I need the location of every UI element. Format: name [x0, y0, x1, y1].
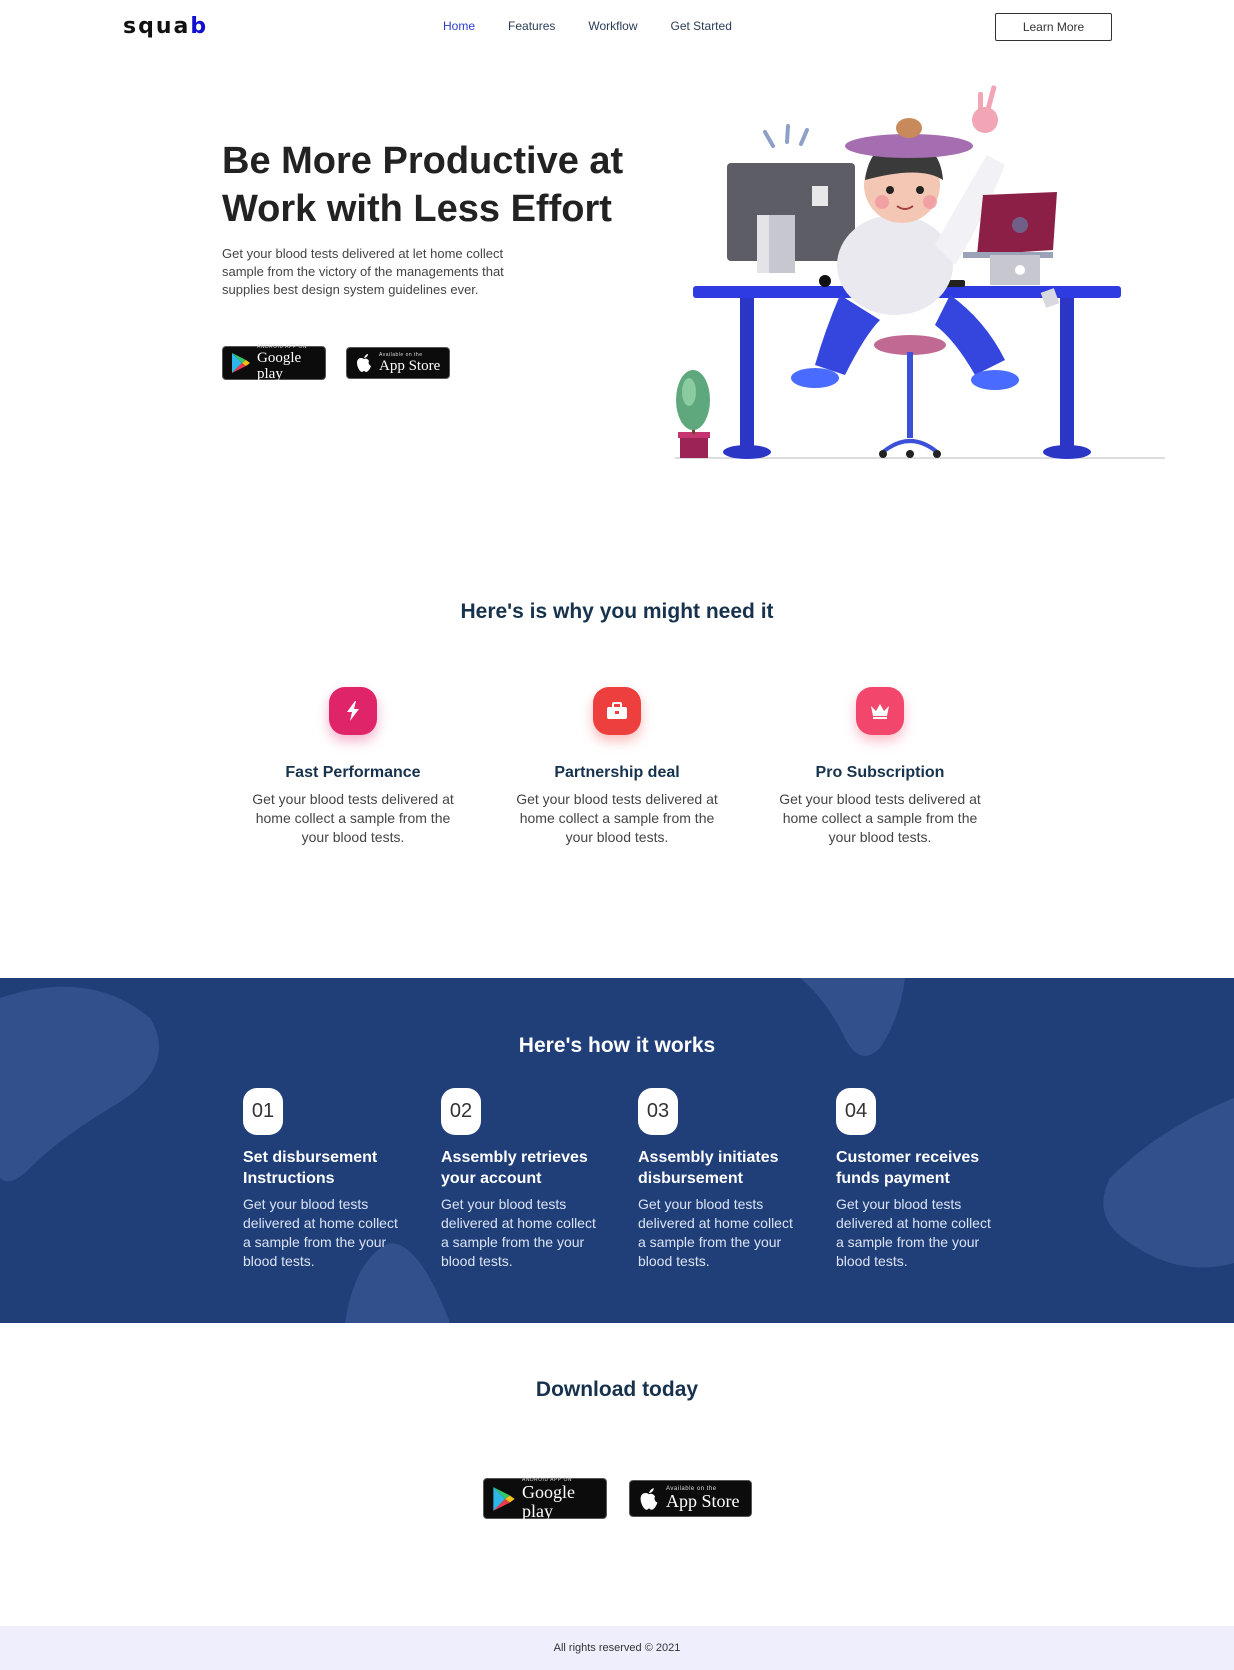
features-title: Here's is why you might need it — [460, 600, 774, 623]
google-play-icon — [493, 1486, 515, 1511]
feature-title: Pro Subscription — [815, 764, 945, 781]
logo-main: squa — [123, 14, 191, 39]
google-play-icon — [232, 353, 250, 373]
step-item-2: 02 Assembly retrieves your account Get y… — [441, 1088, 606, 1271]
google-play-big-text: Google play — [257, 350, 302, 382]
plant-icon — [676, 370, 710, 458]
nav-link-home[interactable]: Home — [443, 19, 475, 33]
nav-link-features[interactable]: Features — [508, 19, 555, 33]
step-title: Customer receives funds payment — [836, 1149, 980, 1187]
logo[interactable]: squab — [123, 14, 208, 39]
copyright-text: All rights reserved © 2021 — [553, 1642, 681, 1654]
how-it-works-title: Here's how it works — [518, 1034, 716, 1057]
download-title: Download today — [535, 1378, 699, 1401]
step-item-1: 01 Set disbursement Instructions Get you… — [243, 1088, 408, 1271]
logo-accent: b — [190, 14, 209, 39]
footer: All rights reserved © 2021 — [0, 1626, 1234, 1670]
nav-link-workflow[interactable]: Workflow — [588, 19, 637, 33]
feature-title: Partnership deal — [554, 764, 680, 781]
app-store-big-text: App Store — [379, 358, 441, 374]
step-number: 02 — [441, 1088, 481, 1135]
step-text: Get your blood tests delivered at home c… — [441, 1196, 596, 1269]
feature-text: Get your blood tests delivered at home c… — [252, 791, 454, 845]
nav-link-get-started[interactable]: Get Started — [671, 19, 732, 33]
how-it-works-section: Here's how it works 01 Set disbursement … — [0, 978, 1234, 1323]
download-app-store-button[interactable]: Available on the App Store — [629, 1480, 752, 1517]
step-text: Get your blood tests delivered at home c… — [243, 1196, 398, 1269]
crown-icon — [856, 687, 904, 735]
step-text: Get your blood tests delivered at home c… — [638, 1196, 793, 1269]
app-store-big-text: App Store — [666, 1491, 740, 1511]
hero-description: Get your blood tests delivered at let ho… — [222, 246, 504, 297]
app-store-button[interactable]: Available on the App Store — [346, 347, 450, 379]
top-nav: squab Home Features Workflow Get Started… — [0, 0, 1234, 52]
feature-card-pro-subscription: Pro Subscription Get your blood tests de… — [770, 687, 990, 847]
feature-title: Fast Performance — [285, 764, 421, 781]
learn-more-button[interactable]: Learn More — [995, 13, 1112, 41]
step-number: 01 — [243, 1088, 283, 1135]
download-google-play-button[interactable]: ANDROID APP ON Google play — [483, 1477, 607, 1521]
feature-text: Get your blood tests delivered at home c… — [779, 791, 981, 845]
step-title: Set disbursement Instructions — [243, 1149, 378, 1187]
hero-illustration — [675, 85, 1165, 459]
lightning-icon — [329, 687, 377, 735]
nav-links: Home Features Workflow Get Started — [443, 19, 765, 33]
hero-title: Be More Productive at Work with Less Eff… — [222, 140, 624, 230]
google-play-button[interactable]: ANDROID APP ON Google play — [222, 344, 326, 382]
step-item-4: 04 Customer receives funds payment Get y… — [836, 1088, 1001, 1271]
feature-text: Get your blood tests delivered at home c… — [516, 791, 718, 845]
step-text: Get your blood tests delivered at home c… — [836, 1196, 991, 1269]
briefcase-icon — [593, 687, 641, 735]
step-title: Assembly initiates disbursement — [638, 1149, 779, 1187]
step-number: 04 — [836, 1088, 876, 1135]
step-number: 03 — [638, 1088, 678, 1135]
step-item-3: 03 Assembly initiates disbursement Get y… — [638, 1088, 803, 1271]
apple-icon — [640, 1487, 658, 1510]
feature-card-fast-performance: Fast Performance Get your blood tests de… — [243, 687, 463, 847]
feature-card-partnership-deal: Partnership deal Get your blood tests de… — [507, 687, 727, 847]
google-play-big-text: Google play — [522, 1481, 575, 1521]
apple-icon — [357, 354, 371, 372]
background-blobs — [0, 978, 1234, 1323]
step-title: Assembly retrieves your account — [441, 1149, 588, 1187]
